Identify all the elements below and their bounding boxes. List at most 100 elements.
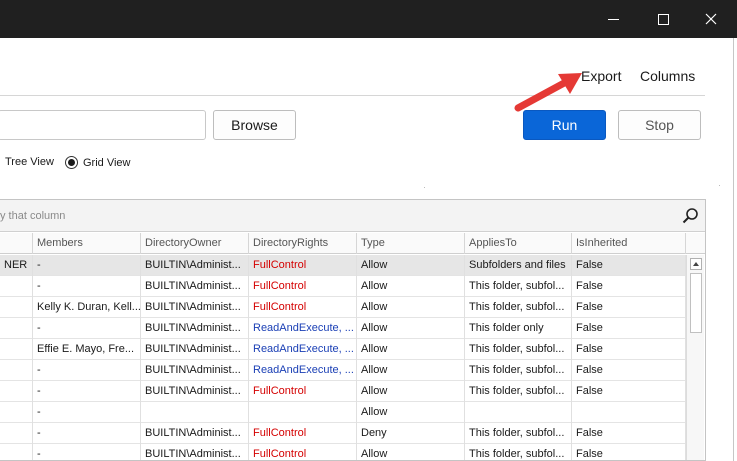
cell-type: Allow [357,276,465,297]
cell-is-inherited: False [572,297,686,318]
cell-members: - [33,381,141,402]
tree-view-option[interactable]: Tree View [5,156,54,168]
cell-applies-to: This folder, subfol... [465,339,572,360]
table-row[interactable]: Effie E. Mayo, Fre... BUILTIN\Administ...… [0,339,686,360]
cell-directory-owner [141,402,249,423]
cell-account [0,297,33,318]
grid-view-label: Grid View [83,156,131,169]
cell-applies-to: This folder only [465,318,572,339]
cell-directory-rights: FullControl [249,255,357,276]
column-header-is-inherited[interactable]: IsInherited [572,233,686,254]
table-row[interactable]: - BUILTIN\Administ... FullControl Deny This … [0,423,686,444]
browse-button[interactable]: Browse [213,110,296,140]
cell-directory-owner: BUILTIN\Administ... [141,318,249,339]
cell-members: - [33,423,141,444]
cell-directory-rights [249,402,357,423]
group-by-bar[interactable]: y that column [0,200,705,232]
divider-dot [719,185,720,186]
table-row[interactable]: - BUILTIN\Administ... FullControl Allow This… [0,276,686,297]
scroll-up-icon[interactable] [690,258,702,270]
cell-directory-rights: FullControl [249,276,357,297]
maximize-icon[interactable] [640,0,686,38]
cell-account [0,360,33,381]
cell-directory-owner: BUILTIN\Administ... [141,276,249,297]
cell-directory-owner: BUILTIN\Administ... [141,444,249,460]
close-icon[interactable] [688,0,734,38]
cell-type: Allow [357,381,465,402]
table-row[interactable]: - BUILTIN\Administ... ReadAndExecute, ... A… [0,360,686,381]
grid-view-option[interactable]: Grid View [65,156,130,169]
table-row[interactable]: - BUILTIN\Administ... ReadAndExecute, ... A… [0,318,686,339]
cell-type: Allow [357,318,465,339]
cell-directory-owner: BUILTIN\Administ... [141,339,249,360]
cell-directory-rights: ReadAndExecute, ... [249,318,357,339]
cell-applies-to: This folder, subfol... [465,444,572,460]
table-row[interactable]: NER - BUILTIN\Administ... FullControl Allow S… [0,255,686,276]
grid-header: Members DirectoryOwner DirectoryRights T… [0,233,705,254]
cell-type: Allow [357,339,465,360]
tree-view-label: Tree View [5,156,54,168]
run-button[interactable]: Run [523,110,606,140]
table-row[interactable]: - BUILTIN\Administ... FullControl Allow This… [0,444,686,460]
divider-dot [424,187,425,188]
cell-account [0,423,33,444]
cell-applies-to: This folder, subfol... [465,297,572,318]
folder-path-input[interactable] [0,110,206,140]
cell-directory-rights: ReadAndExecute, ... [249,339,357,360]
cell-directory-owner: BUILTIN\Administ... [141,255,249,276]
column-header-directory-owner[interactable]: DirectoryOwner [141,233,249,254]
cell-type: Allow [357,402,465,423]
cell-type: Deny [357,423,465,444]
grid-view-radio[interactable] [65,156,78,169]
cell-directory-rights: FullControl [249,381,357,402]
column-header-applies-to[interactable]: AppliesTo [465,233,572,254]
cell-members: - [33,360,141,381]
cell-is-inherited: False [572,276,686,297]
cell-type: Allow [357,444,465,460]
column-header-first[interactable] [0,233,33,254]
cell-directory-rights: FullControl [249,423,357,444]
cell-type: Allow [357,297,465,318]
vertical-scrollbar[interactable] [686,255,704,460]
table-row[interactable]: - BUILTIN\Administ... FullControl Allow This… [0,381,686,402]
cell-account [0,381,33,402]
cell-account [0,444,33,460]
cell-is-inherited: False [572,318,686,339]
cell-directory-rights: ReadAndExecute, ... [249,360,357,381]
cell-account [0,339,33,360]
cell-directory-owner: BUILTIN\Administ... [141,297,249,318]
export-link[interactable]: Export [581,68,621,84]
cell-directory-rights: FullControl [249,444,357,460]
cell-account [0,276,33,297]
cell-directory-owner: BUILTIN\Administ... [141,360,249,381]
cell-type: Allow [357,255,465,276]
column-header-type[interactable]: Type [357,233,465,254]
cell-members: - [33,255,141,276]
annotation-arrow-icon [514,73,582,112]
search-icon[interactable] [682,207,699,224]
cell-members: Kelly K. Duran, Kell... [33,297,141,318]
cell-applies-to: This folder, subfol... [465,381,572,402]
cell-applies-to: This folder, subfol... [465,276,572,297]
minimize-icon[interactable] [590,0,636,38]
column-header-directory-rights[interactable]: DirectoryRights [249,233,357,254]
cell-members: - [33,318,141,339]
cell-directory-owner: BUILTIN\Administ... [141,423,249,444]
column-header-members[interactable]: Members [33,233,141,254]
scrollbar-thumb[interactable] [690,273,702,333]
cell-applies-to: This folder, subfol... [465,423,572,444]
cell-is-inherited: False [572,360,686,381]
stop-button[interactable]: Stop [618,110,701,140]
cell-members: - [33,444,141,460]
cell-account [0,318,33,339]
permissions-grid: y that column Members DirectoryOwner Dir… [0,199,706,461]
header-divider [0,95,705,96]
table-row[interactable]: - Allow [0,402,686,423]
group-by-hint: y that column [0,210,66,222]
cell-applies-to [465,402,572,423]
cell-is-inherited: False [572,255,686,276]
table-row[interactable]: Kelly K. Duran, Kell... BUILTIN\Administ.… [0,297,686,318]
cell-account [0,402,33,423]
cell-is-inherited [572,402,686,423]
columns-link[interactable]: Columns [640,68,695,84]
